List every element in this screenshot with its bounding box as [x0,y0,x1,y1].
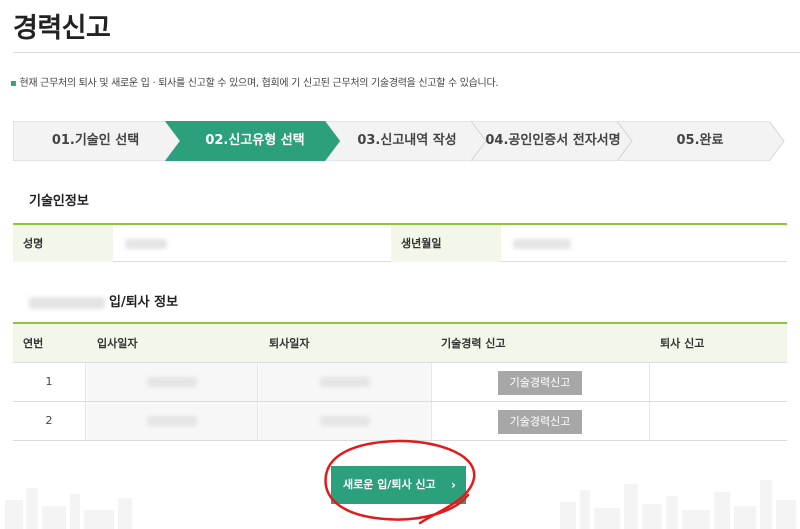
notice-label: 현재 근무처의 퇴사 및 새로운 입 · 퇴사를 신고할 수 있으며, 협회에 … [19,78,499,89]
row-no: 2 [45,414,53,427]
name-label: 성명 [13,225,113,262]
step-progress: 01.기술인 선택 02.신고유형 선택 03.신고내역 작성 04.공인인증서… [13,121,785,161]
col-career-report: 기술경력 신고 [441,337,506,350]
birth-label: 생년월일 [391,225,501,262]
birth-value [513,225,713,262]
tech-info-table: 성명 생년월일 [13,223,787,262]
name-value [125,225,375,262]
notice-text: ▪ 현재 근무처의 퇴사 및 새로운 입 · 퇴사를 신고할 수 있으며, 협회에… [10,74,499,89]
join-date [87,402,257,440]
step-5-label: 05.완료 [676,133,724,148]
step-1-label: 01.기술인 선택 [51,133,140,148]
leave-date [259,402,431,440]
step-3-label: 03.신고내역 작성 [357,133,457,148]
career-cell: 기술경력신고 [431,363,649,401]
work-history-table: 연번 입사일자 퇴사일자 기술경력 신고 퇴사 신고 1 기술경력신고 2 기술… [13,322,787,441]
table-row: 2 기술경력신고 [13,402,787,441]
career-report-button[interactable]: 기술경력신고 [498,410,582,434]
career-report-button[interactable]: 기술경력신고 [498,371,582,395]
leave-date [259,363,431,401]
career-cell: 기술경력신고 [431,402,649,440]
bullet-icon: ▪ [10,78,17,89]
step-4-label: 04.공인인증서 전자서명 [485,133,621,148]
page-title: 경력신고 [13,13,111,44]
col-leave-date: 퇴사일자 [269,337,310,350]
join-date [87,363,257,401]
company-name-blurred [29,296,105,309]
col-join-date: 입사일자 [97,337,138,350]
table-row: 1 기술경력신고 [13,363,787,402]
col-leave-report: 퇴사 신고 [660,337,705,350]
new-join-leave-report-button[interactable]: 새로운 입/퇴사 신고 › [331,466,466,504]
table-header: 연번 입사일자 퇴사일자 기술경력 신고 퇴사 신고 [13,324,787,363]
new-report-label: 새로운 입/퇴사 신고 [343,478,436,491]
col-no: 연번 [23,337,44,350]
tech-info-title: 기술인정보 [29,194,89,209]
row-no: 1 [45,375,53,388]
work-info-title: 입/퇴사 정보 [29,291,178,310]
chevron-right-icon: › [451,478,456,492]
step-2-label: 02.신고유형 선택 [205,133,305,148]
work-info-title-label: 입/퇴사 정보 [109,295,179,310]
title-divider [13,52,800,53]
